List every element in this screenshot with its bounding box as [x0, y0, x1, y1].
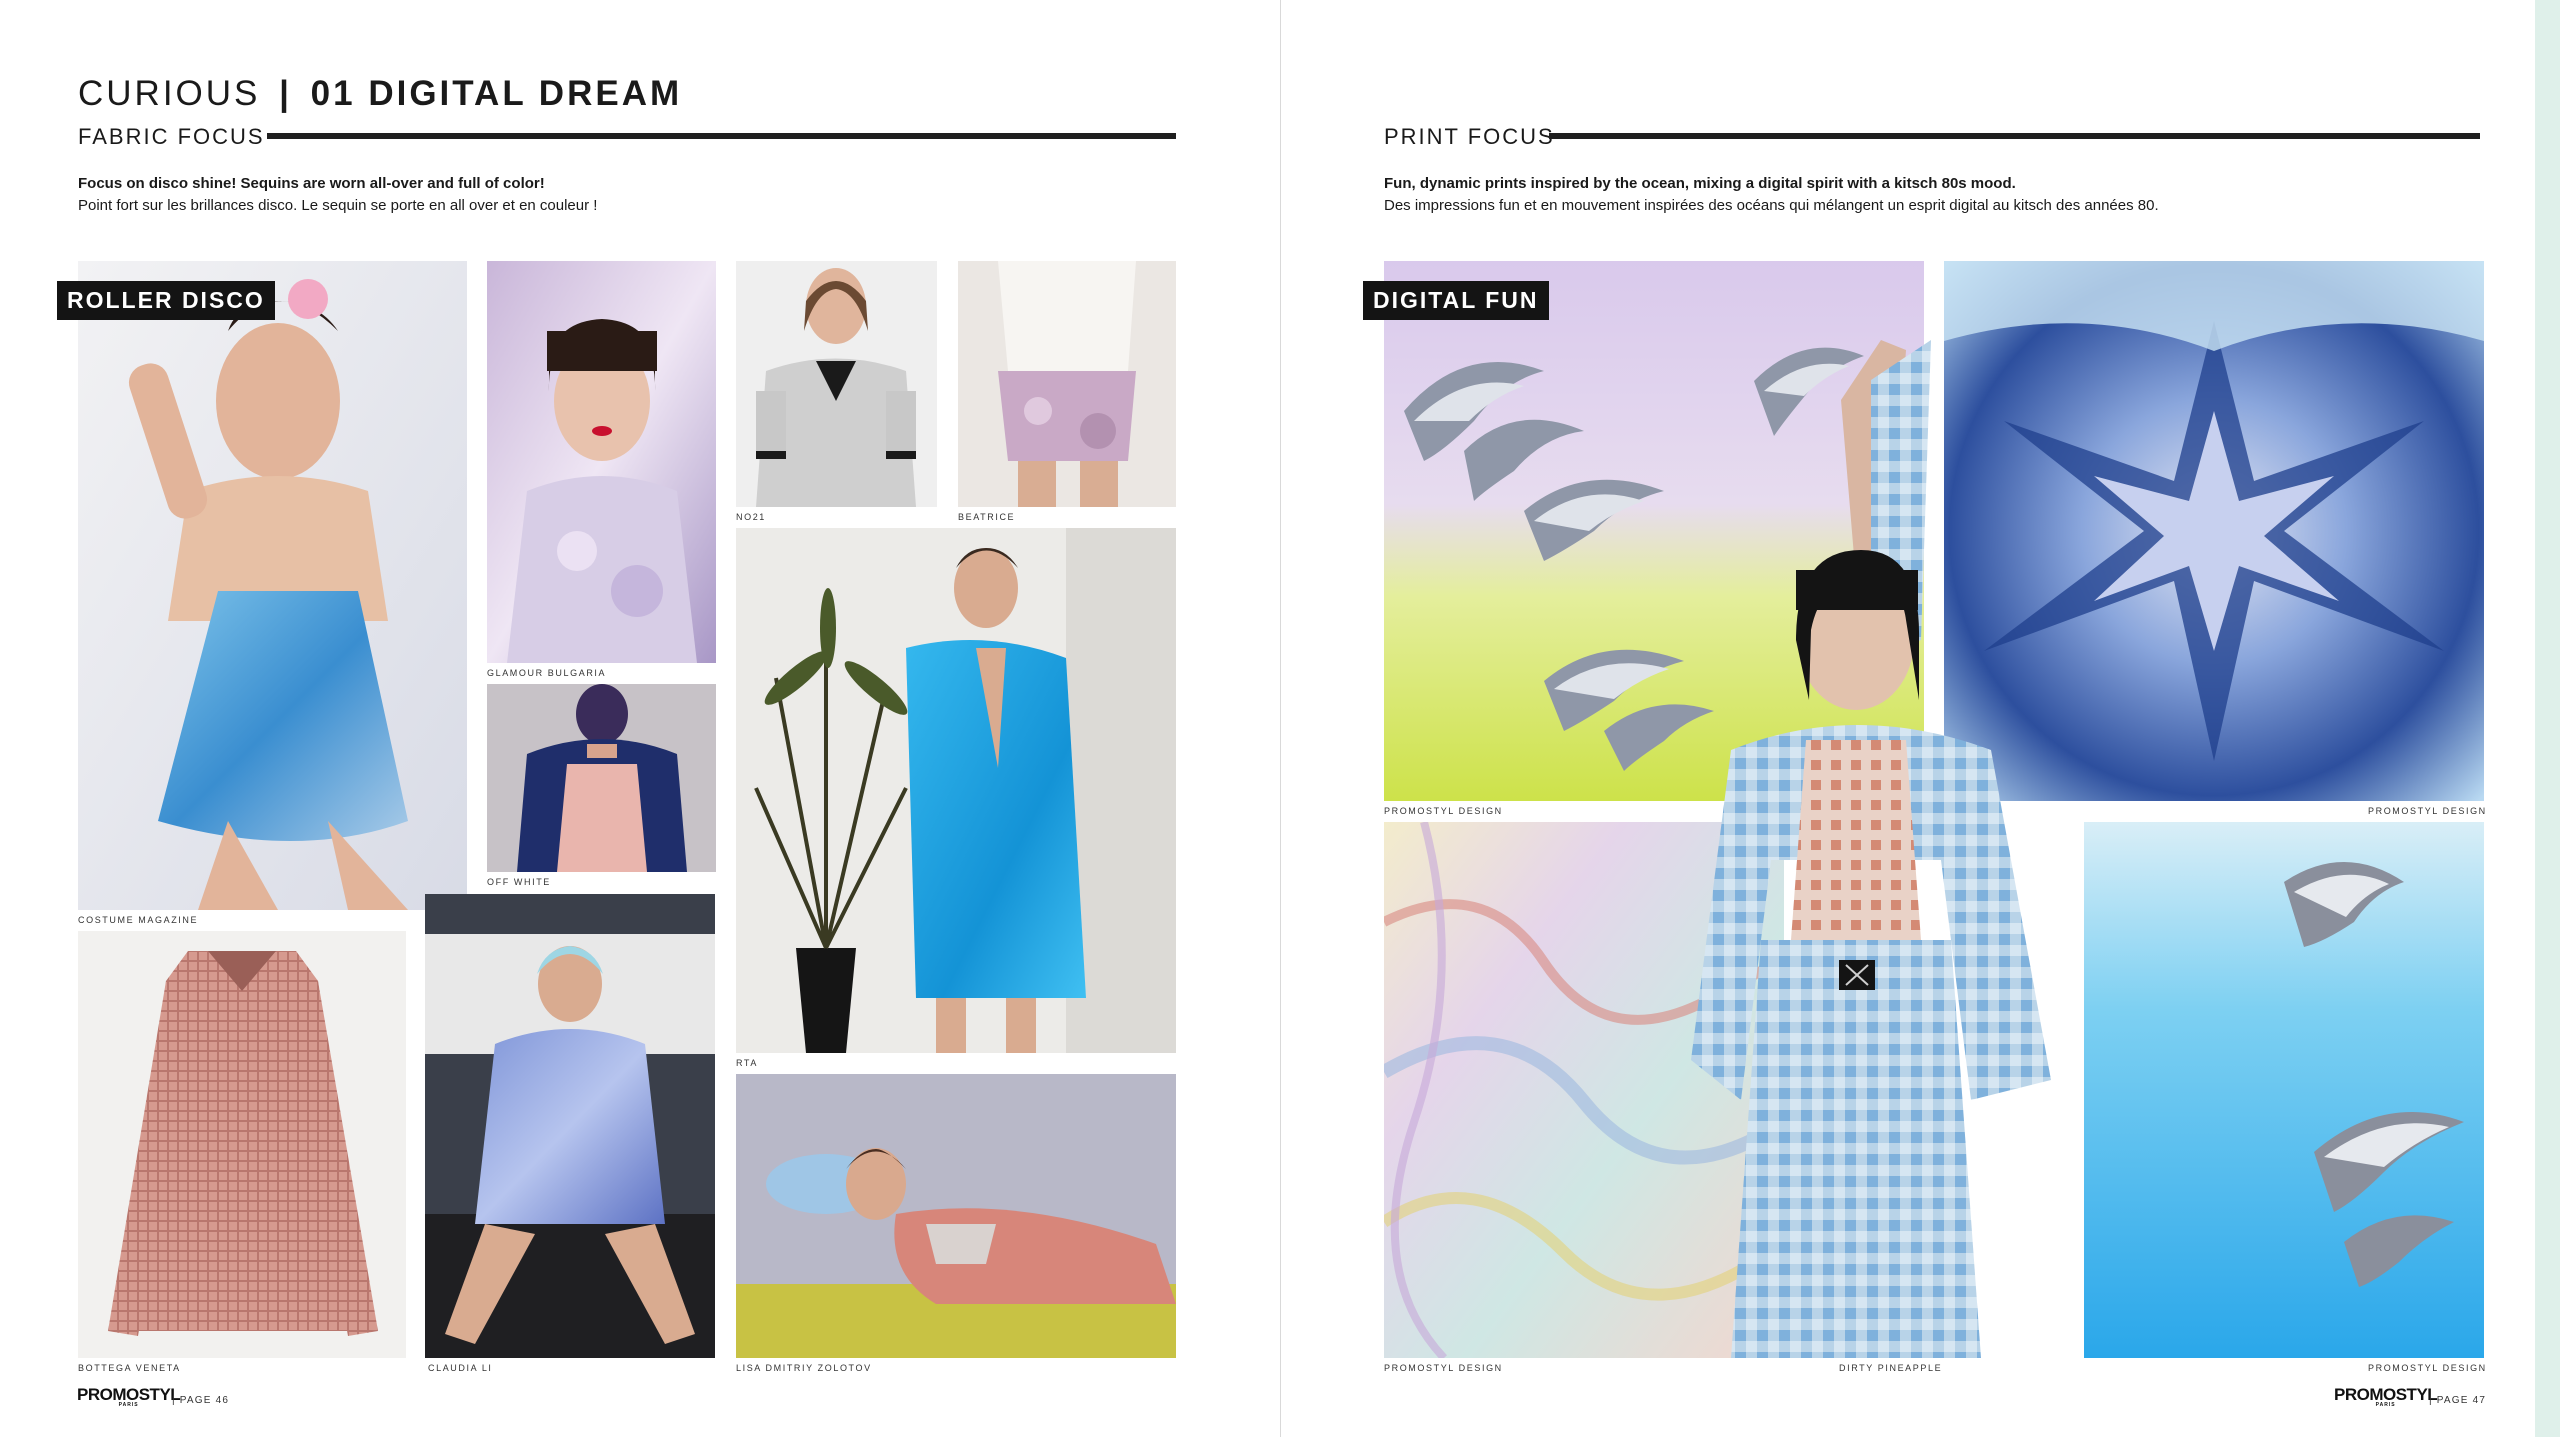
title-theme: CURIOUS — [78, 74, 261, 113]
caption-rta: RTA — [736, 1058, 758, 1068]
photo-no21 — [736, 261, 937, 507]
caption-print-top-left: PROMOSTYL DESIGN — [1384, 806, 1503, 816]
caption-glamour-bulgaria: GLAMOUR BULGARIA — [487, 668, 607, 678]
photo-glamour-bulgaria — [487, 261, 716, 663]
section-rule — [1549, 133, 2480, 139]
caption-dirty-pineapple: DIRTY PINEAPPLE — [1839, 1363, 1943, 1373]
intro-french: Des impressions fun et en mouvement insp… — [1384, 197, 2159, 214]
page-edge-strip — [2535, 0, 2560, 1437]
title-separator: | — [279, 74, 292, 113]
intro-text: Focus on disco shine! Sequins are worn a… — [78, 173, 597, 217]
promostyl-logo: PROMOSTYL PARIS — [2334, 1385, 2438, 1408]
caption-print-bottom-left: PROMOSTYL DESIGN — [1384, 1363, 1503, 1373]
page-title: CURIOUS | 01 DIGITAL DREAM — [78, 74, 682, 114]
caption-off-white: OFF WHITE — [487, 877, 551, 887]
caption-print-bottom-right: PROMOSTYL DESIGN — [2368, 1363, 2487, 1373]
title-story: 01 DIGITAL DREAM — [310, 74, 683, 113]
caption-bottega-veneta: BOTTEGA VENETA — [78, 1363, 181, 1373]
intro-text: Fun, dynamic prints inspired by the ocea… — [1384, 173, 2159, 217]
page-number-right: | PAGE 47 — [2429, 1395, 2487, 1406]
intro-french: Point fort sur les brillances disco. Le … — [78, 197, 598, 214]
photo-beatrice — [958, 261, 1176, 507]
caption-print-top-right: PROMOSTYL DESIGN — [2368, 806, 2487, 816]
page-number-left: | PAGE 46 — [172, 1395, 230, 1406]
left-page: CURIOUS | 01 DIGITAL DREAM FABRIC FOCUS … — [0, 0, 1280, 1437]
promostyl-logo: PROMOSTYL PARIS — [77, 1385, 181, 1408]
section-label-print-focus: PRINT FOCUS — [1384, 124, 1555, 149]
caption-no21: NO21 — [736, 512, 766, 522]
caption-lisa-dmitriy-zolotov: LISA DMITRIY ZOLOTOV — [736, 1363, 872, 1373]
photo-rta — [736, 528, 1176, 1053]
photo-costume-magazine — [78, 261, 467, 910]
section-label-fabric-focus: FABRIC FOCUS — [78, 124, 265, 149]
intro-english: Focus on disco shine! Sequins are worn a… — [78, 175, 545, 192]
right-page: PRINT FOCUS Fun, dynamic prints inspired… — [1281, 0, 2535, 1437]
caption-beatrice: BEATRICE — [958, 512, 1016, 522]
photo-bottega-veneta — [78, 931, 406, 1358]
tag-roller-disco: ROLLER DISCO — [57, 281, 275, 320]
photo-claudia-li — [425, 894, 715, 1358]
tag-digital-fun: DIGITAL FUN — [1363, 281, 1549, 320]
photo-dirty-pineapple-model — [1691, 340, 2171, 1358]
photo-off-white — [487, 684, 716, 872]
caption-claudia-li: CLAUDIA LI — [428, 1363, 493, 1373]
intro-english: Fun, dynamic prints inspired by the ocea… — [1384, 175, 2016, 192]
caption-costume-magazine: COSTUME MAGAZINE — [78, 915, 199, 925]
section-rule — [267, 133, 1176, 139]
photo-lisa-dmitriy-zolotov — [736, 1074, 1176, 1358]
